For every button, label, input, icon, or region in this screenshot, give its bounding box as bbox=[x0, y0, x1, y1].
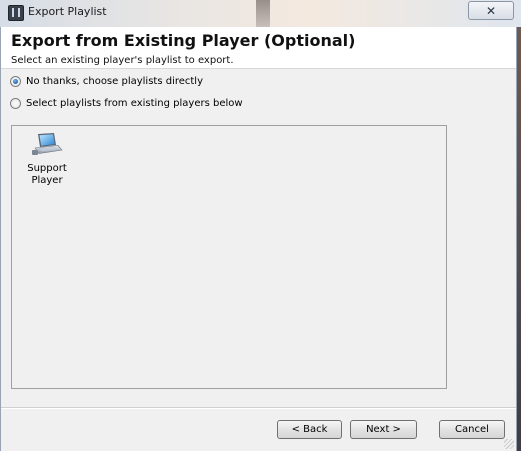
page-subtitle: Select an existing player's playlist to … bbox=[11, 55, 234, 66]
dialog-body: Export from Existing Player (Optional) S… bbox=[0, 27, 517, 451]
player-name: Support Player bbox=[27, 163, 67, 186]
laptop-icon bbox=[32, 133, 63, 155]
title-bar: Export Playlist ✕ bbox=[0, 0, 521, 27]
radio-checked-icon[interactable] bbox=[10, 75, 21, 87]
player-list[interactable]: Support Player bbox=[11, 125, 447, 389]
radio-unchecked-icon[interactable] bbox=[10, 97, 21, 109]
app-icon bbox=[8, 5, 24, 21]
back-button[interactable]: < Back bbox=[277, 420, 342, 439]
radio-label[interactable]: No thanks, choose playlists directly bbox=[26, 76, 203, 87]
wizard-header: Export from Existing Player (Optional) S… bbox=[1, 27, 516, 69]
close-icon: ✕ bbox=[485, 3, 497, 18]
footer-divider bbox=[1, 407, 516, 409]
next-button[interactable]: Next > bbox=[350, 420, 417, 439]
radio-no-thanks[interactable]: No thanks, choose playlists directly bbox=[10, 73, 203, 89]
radio-label[interactable]: Select playlists from existing players b… bbox=[26, 98, 243, 109]
player-item[interactable]: Support Player bbox=[18, 132, 76, 187]
page-title: Export from Existing Player (Optional) bbox=[11, 31, 356, 50]
cancel-button[interactable]: Cancel bbox=[439, 420, 505, 439]
resize-grip[interactable] bbox=[504, 439, 514, 449]
close-button[interactable]: ✕ bbox=[468, 1, 514, 20]
radio-select-from-players[interactable]: Select playlists from existing players b… bbox=[10, 95, 243, 111]
window-title: Export Playlist bbox=[28, 5, 107, 18]
